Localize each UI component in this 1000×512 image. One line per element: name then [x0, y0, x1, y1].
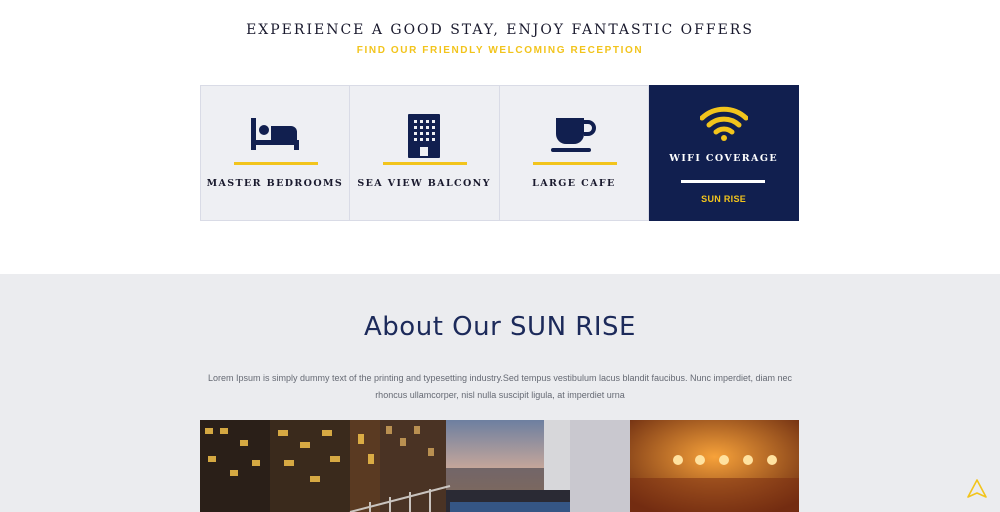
- hotel-photo: [200, 420, 799, 512]
- feature-label: SEA VIEW BALCONY: [357, 178, 491, 189]
- building-icon: [350, 114, 499, 158]
- feature-divider: [382, 162, 467, 165]
- wifi-icon: [649, 106, 798, 150]
- feature-divider: [681, 180, 766, 183]
- about-section: About Our SUN RISE Lorem Ipsum is simply…: [0, 274, 1000, 512]
- feature-card-cafe[interactable]: LARGE CAFE: [499, 85, 650, 221]
- offers-section: EXPERIENCE A GOOD STAY, ENJOY FANTASTIC …: [0, 0, 1000, 274]
- feature-card-wifi[interactable]: WIFI COVERAGE SUN RISE: [649, 85, 799, 221]
- coffee-cup-icon: [500, 114, 649, 158]
- feature-divider: [532, 162, 617, 165]
- about-title: About Our SUN RISE: [364, 312, 636, 342]
- feature-label: MASTER BEDROOMS: [206, 178, 344, 189]
- bed-icon: [201, 114, 349, 158]
- feature-label: WIFI COVERAGE: [669, 153, 778, 164]
- feature-card-bedrooms[interactable]: MASTER BEDROOMS: [200, 85, 350, 221]
- features-grid: MASTER BEDROOMS SEA VIEW BALCONY LARGE C…: [200, 85, 799, 221]
- scroll-to-top-icon[interactable]: [966, 478, 988, 500]
- offers-headline: EXPERIENCE A GOOD STAY, ENJOY FANTASTIC …: [246, 22, 754, 38]
- feature-card-balcony[interactable]: SEA VIEW BALCONY: [349, 85, 500, 221]
- feature-sublabel: SUN RISE: [701, 194, 747, 204]
- feature-label: LARGE CAFE: [532, 178, 616, 189]
- feature-divider: [234, 162, 318, 165]
- offers-subheadline: FIND OUR FRIENDLY WELCOMING RECEPTION: [356, 45, 644, 56]
- about-text: Lorem Ipsum is simply dummy text of the …: [207, 373, 793, 400]
